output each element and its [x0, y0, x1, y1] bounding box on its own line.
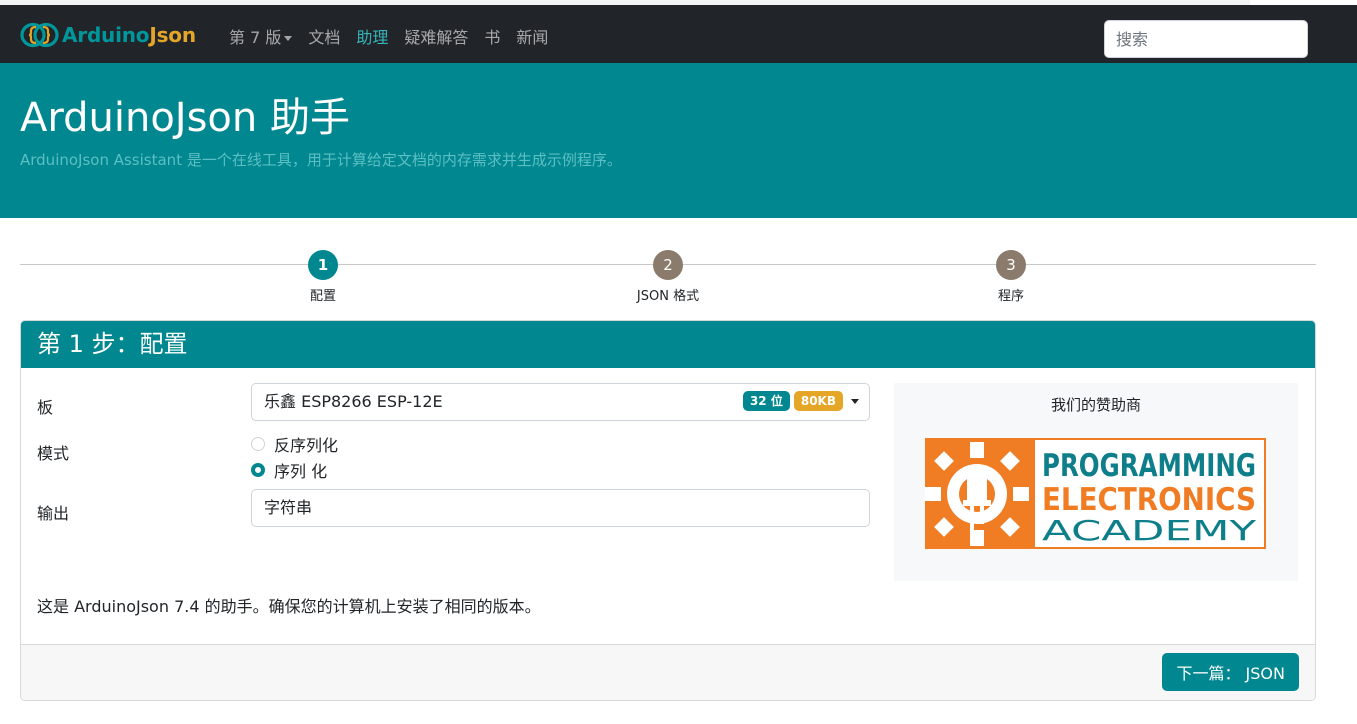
- nav-version-label: 第 7 版: [229, 28, 282, 47]
- next-json-button[interactable]: 下一篇： JSON: [1162, 653, 1299, 691]
- chevron-down-icon: [284, 36, 293, 41]
- mode-label: 模式: [37, 444, 70, 463]
- mode-option-serialize[interactable]: 序列 化: [251, 458, 327, 482]
- programming-electronics-academy-logo[interactable]: PROGRAMMING ELECTRONICS ACADEMY: [925, 438, 1266, 549]
- brand-name: ArduinoJson: [62, 23, 196, 47]
- nav-troubleshooter[interactable]: 疑难解答: [404, 24, 468, 48]
- step-label: 程序: [997, 289, 1024, 304]
- step-number-badge: 3: [996, 250, 1026, 280]
- radio-deserialize[interactable]: [251, 437, 265, 451]
- logo-line-academy: ACADEMY: [1042, 514, 1257, 547]
- step-number-badge: 1: [308, 250, 338, 280]
- search-input[interactable]: [1104, 20, 1308, 58]
- chevron-down-icon: [851, 398, 859, 404]
- nav-news[interactable]: 新闻: [516, 24, 548, 48]
- mode-option-label: 反序列化: [274, 436, 339, 455]
- board-select[interactable]: 乐鑫 ESP8266 ESP-12E 32 位 80KB: [251, 383, 870, 421]
- page-title: ArduinoJson 助手: [20, 95, 350, 141]
- wizard-stepper: 1 配置 2 JSON 格式 3 程序: [20, 250, 1316, 310]
- step-program[interactable]: 3 程序: [951, 250, 1071, 304]
- arduinojson-logo-icon: [20, 22, 59, 48]
- output-select[interactable]: 字符串: [251, 489, 870, 527]
- card-footer: 下一篇： JSON: [21, 644, 1315, 700]
- output-select-value: 字符串: [264, 498, 313, 517]
- led-icon: [967, 470, 987, 500]
- version-note: 这是 ArduinoJson 7.4 的助手。确保您的计算机上安装了相同的版本。: [37, 597, 541, 616]
- board-select-value: 乐鑫 ESP8266 ESP-12E: [264, 392, 443, 411]
- logo-line-electronics: ELECTRONICS: [1042, 482, 1256, 518]
- mode-option-label: 序列 化: [274, 462, 328, 481]
- output-label: 输出: [37, 504, 70, 523]
- mode-option-deserialize[interactable]: 反序列化: [251, 432, 338, 456]
- sponsor-box: 我们的赞助商 PROGRAMMING ELECTRONICS ACADEMY: [894, 383, 1298, 581]
- top-navbar: ArduinoJson 第 7 版 文档 助理 疑难解答 书 新闻: [0, 5, 1357, 63]
- radio-serialize[interactable]: [251, 463, 265, 477]
- step-number-badge: 2: [653, 250, 683, 280]
- step-label: JSON 格式: [636, 289, 700, 304]
- main-nav: 第 7 版 文档 助理 疑难解答 书 新闻: [229, 24, 564, 48]
- brand-link[interactable]: ArduinoJson: [20, 19, 196, 51]
- nav-book[interactable]: 书: [484, 24, 500, 48]
- brand-name-part1: Arduino: [62, 23, 150, 47]
- configuration-card: 第 1 步：配置 板 乐鑫 ESP8266 ESP-12E 32 位 80KB …: [20, 320, 1316, 701]
- architecture-badge: 32 位: [742, 391, 790, 411]
- nav-assistant[interactable]: 助理: [356, 24, 388, 48]
- nav-version-dropdown[interactable]: 第 7 版: [229, 24, 293, 48]
- logo-line-programming: PROGRAMMING: [1042, 448, 1256, 484]
- ram-badge: 80KB: [793, 391, 843, 411]
- board-label: 板: [37, 398, 54, 417]
- nav-docs[interactable]: 文档: [308, 24, 340, 48]
- board-badges: 32 位 80KB: [742, 391, 859, 411]
- step-configuration[interactable]: 1 配置: [263, 250, 383, 304]
- page-subtitle: ArduinoJson Assistant 是一个在线工具，用于计算给定文档的内…: [20, 151, 622, 169]
- step-json-format[interactable]: 2 JSON 格式: [608, 250, 728, 304]
- brand-name-part2: Json: [149, 23, 196, 47]
- hero-banner: ArduinoJson 助手 ArduinoJson Assistant 是一个…: [0, 63, 1357, 218]
- step-label: 配置: [309, 289, 336, 304]
- sponsor-title: 我们的赞助商: [1050, 396, 1141, 414]
- card-header: 第 1 步：配置: [21, 321, 1315, 368]
